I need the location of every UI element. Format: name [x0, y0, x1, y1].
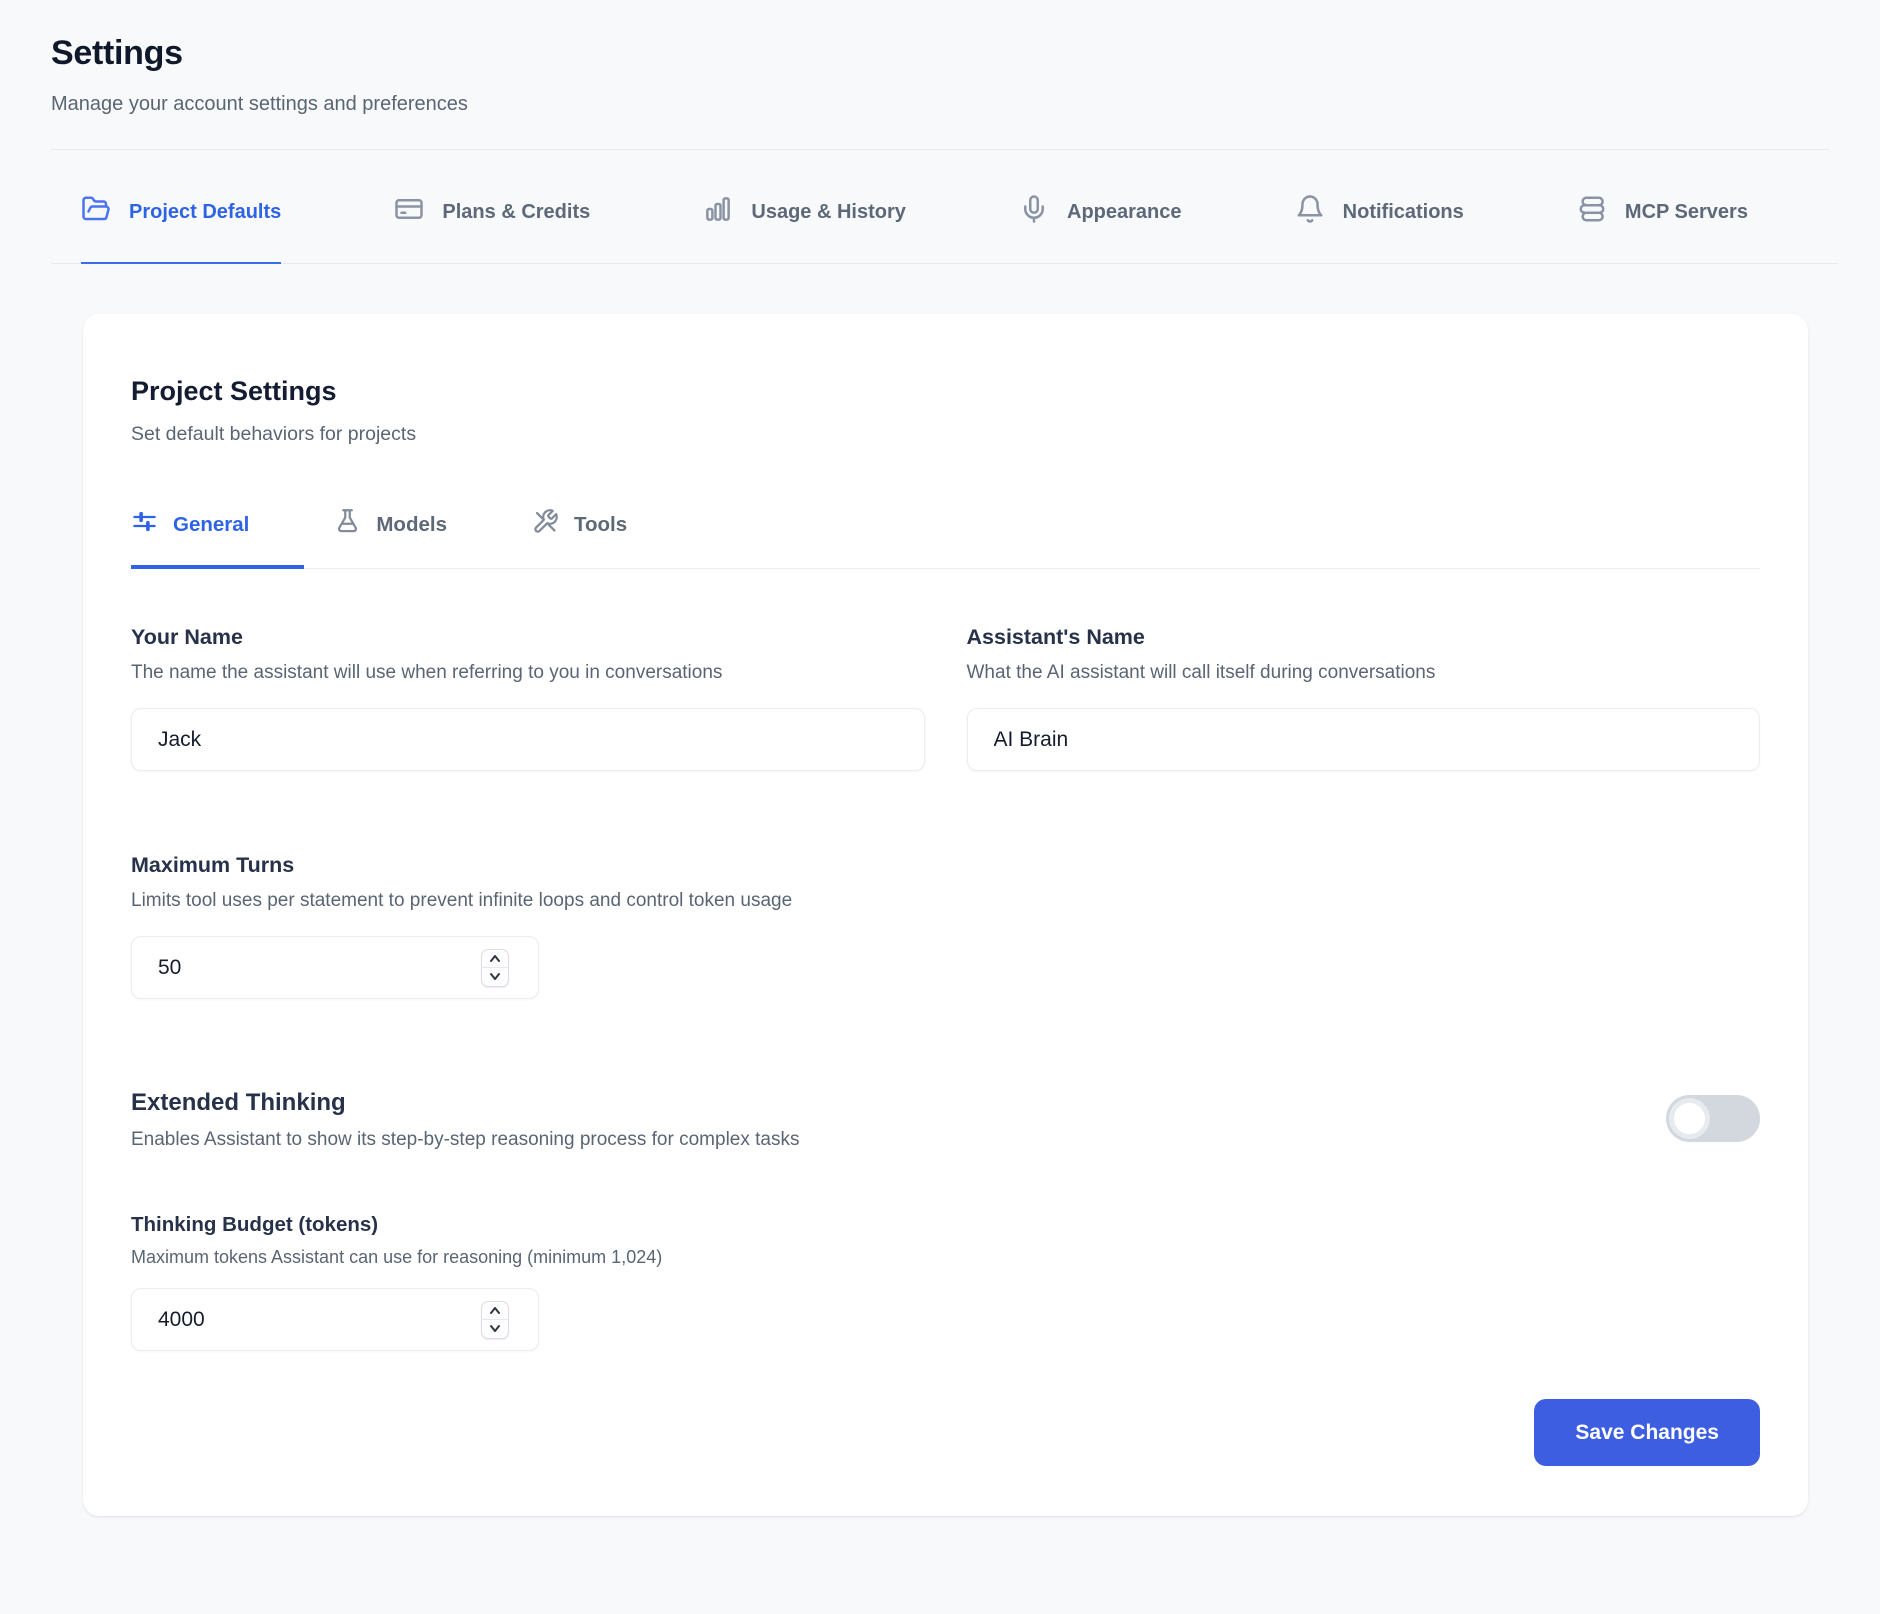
- thinking-budget-stepper[interactable]: [481, 1301, 509, 1339]
- subtab-label: Tools: [574, 513, 627, 537]
- field-maximum-turns: Maximum Turns Limits tool uses per state…: [131, 853, 1760, 999]
- assistant-name-input[interactable]: [967, 708, 1761, 771]
- tab-usage-history[interactable]: Usage & History: [703, 150, 906, 264]
- settings-tab-bar: Project Defaults Plans & Credits Usage &…: [51, 150, 1838, 264]
- assistant-name-label: Assistant's Name: [967, 625, 1761, 650]
- microphone-icon: [1019, 194, 1049, 230]
- sliders-icon: [131, 508, 158, 541]
- subtab-label: General: [173, 513, 249, 537]
- extended-thinking-row: Extended Thinking Enables Assistant to s…: [131, 1089, 1760, 1151]
- subtab-models[interactable]: Models: [334, 508, 502, 569]
- thinking-budget-description: Maximum tokens Assistant can use for rea…: [131, 1247, 1760, 1268]
- maximum-turns-numberfield: [131, 936, 539, 999]
- name-fields-row: Your Name The name the assistant will us…: [131, 625, 1760, 771]
- server-stack-icon: [1577, 194, 1607, 230]
- project-settings-subtabs: General Models Tools: [131, 508, 1760, 569]
- tab-label: Notifications: [1343, 201, 1464, 224]
- stepper-up-icon[interactable]: [482, 1302, 508, 1321]
- tab-project-defaults[interactable]: Project Defaults: [81, 150, 281, 264]
- thinking-budget-input[interactable]: [131, 1288, 539, 1351]
- assistant-name-description: What the AI assistant will call itself d…: [967, 662, 1761, 684]
- flask-icon: [334, 508, 361, 541]
- maximum-turns-stepper[interactable]: [481, 949, 509, 987]
- card-title: Project Settings: [131, 376, 1760, 407]
- tools-icon: [532, 508, 559, 541]
- your-name-description: The name the assistant will use when ref…: [131, 662, 925, 684]
- extended-thinking-text: Extended Thinking Enables Assistant to s…: [131, 1089, 799, 1151]
- extended-thinking-description: Enables Assistant to show its step-by-st…: [131, 1129, 799, 1151]
- folder-icon: [81, 194, 111, 230]
- tab-plans-credits[interactable]: Plans & Credits: [394, 150, 590, 264]
- save-row: Save Changes: [131, 1399, 1760, 1466]
- subtab-label: Models: [376, 513, 447, 537]
- extended-thinking-label: Extended Thinking: [131, 1089, 799, 1117]
- tab-label: MCP Servers: [1625, 201, 1748, 224]
- field-your-name: Your Name The name the assistant will us…: [131, 625, 925, 771]
- stepper-down-icon[interactable]: [482, 968, 508, 986]
- stepper-down-icon[interactable]: [482, 1320, 508, 1338]
- tab-notifications[interactable]: Notifications: [1295, 150, 1464, 264]
- save-changes-button[interactable]: Save Changes: [1534, 1399, 1760, 1466]
- field-assistant-name: Assistant's Name What the AI assistant w…: [967, 625, 1761, 771]
- stepper-up-icon[interactable]: [482, 950, 508, 969]
- subtab-general[interactable]: General: [131, 508, 304, 569]
- tab-label: Usage & History: [751, 201, 906, 224]
- maximum-turns-input[interactable]: [131, 936, 539, 999]
- thinking-budget-numberfield: [131, 1288, 539, 1351]
- maximum-turns-description: Limits tool uses per statement to preven…: [131, 890, 1760, 912]
- tab-mcp-servers[interactable]: MCP Servers: [1577, 150, 1748, 264]
- tab-label: Plans & Credits: [442, 201, 590, 224]
- your-name-input[interactable]: [131, 708, 925, 771]
- credit-card-icon: [394, 194, 424, 230]
- bell-icon: [1295, 194, 1325, 230]
- toggle-knob: [1669, 1098, 1710, 1139]
- tab-label: Appearance: [1067, 201, 1182, 224]
- thinking-budget-label: Thinking Budget (tokens): [131, 1213, 1760, 1237]
- maximum-turns-label: Maximum Turns: [131, 853, 1760, 878]
- field-thinking-budget: Thinking Budget (tokens) Maximum tokens …: [131, 1213, 1760, 1351]
- page-header: Settings Manage your account settings an…: [0, 0, 1880, 116]
- extended-thinking-toggle[interactable]: [1666, 1095, 1760, 1142]
- page-title: Settings: [51, 34, 1829, 73]
- card-subtitle: Set default behaviors for projects: [131, 423, 1760, 446]
- tab-label: Project Defaults: [129, 201, 281, 224]
- subtab-tools[interactable]: Tools: [532, 508, 682, 569]
- bar-chart-icon: [703, 194, 733, 230]
- settings-page: Settings Manage your account settings an…: [0, 0, 1880, 1614]
- project-settings-card: Project Settings Set default behaviors f…: [83, 314, 1808, 1516]
- tab-appearance[interactable]: Appearance: [1019, 150, 1182, 264]
- page-subtitle: Manage your account settings and prefere…: [51, 93, 1829, 116]
- your-name-label: Your Name: [131, 625, 925, 650]
